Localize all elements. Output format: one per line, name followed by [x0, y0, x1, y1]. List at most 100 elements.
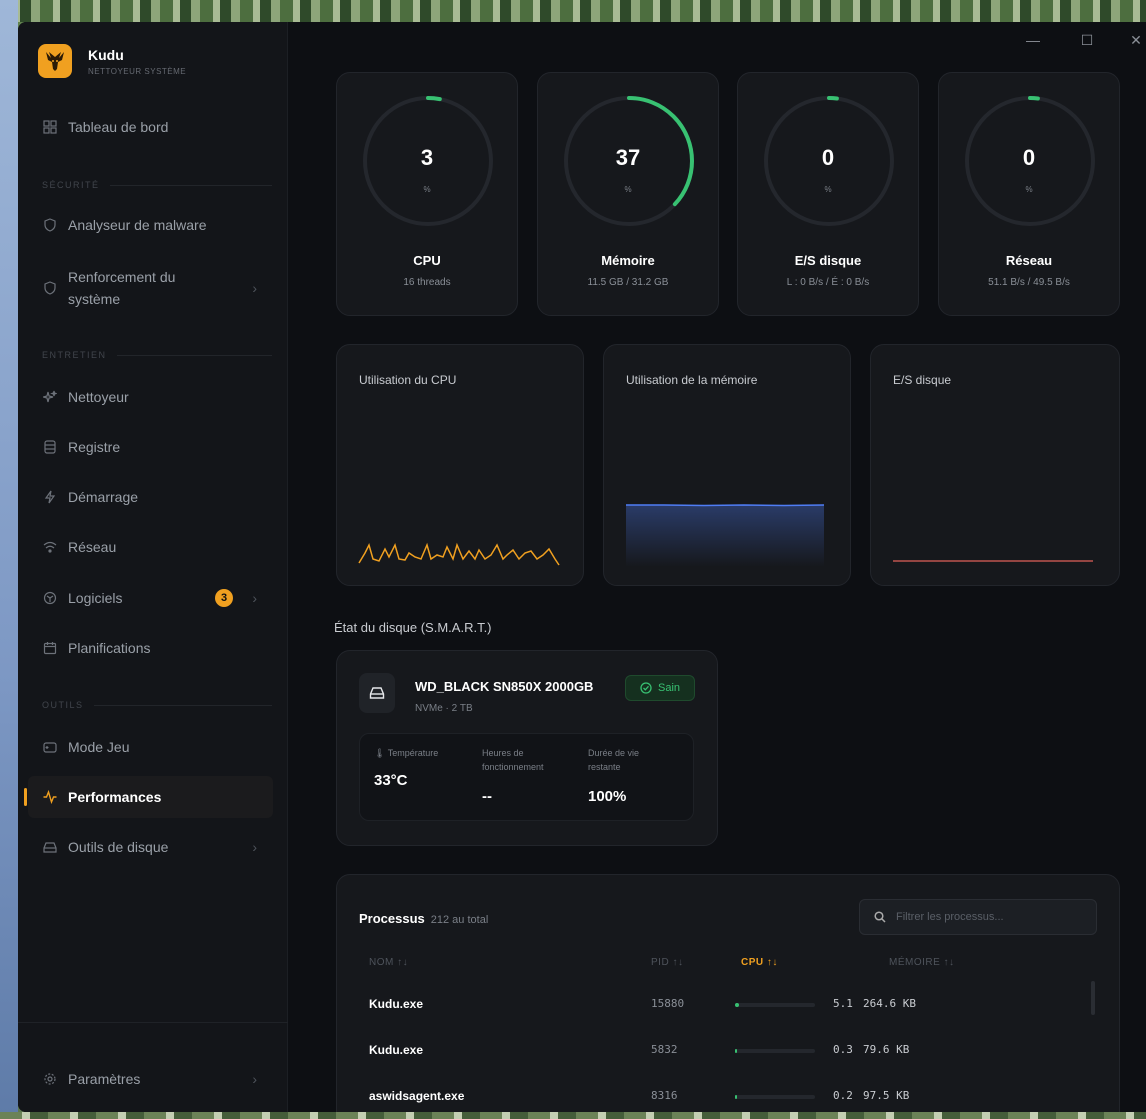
calendar-icon	[42, 640, 58, 656]
chevron-right-icon: ›	[252, 839, 257, 855]
process-pid: 15880	[651, 997, 685, 1010]
table-row[interactable]: Kudu.exe 5832 0.3 79.6 KB	[337, 1027, 1097, 1073]
close-button[interactable]: ✕	[1126, 30, 1146, 50]
sidebar-item-game-mode[interactable]: Mode Jeu	[28, 726, 273, 768]
processes-title: Processus 212 au total	[359, 911, 489, 926]
sidebar-item-label: Renforcement du système	[68, 269, 176, 307]
sidebar-item-label: Registre	[68, 439, 121, 455]
column-header-name[interactable]: NOM ↑↓	[369, 957, 408, 968]
remaining-life-value: 100%	[588, 788, 627, 805]
sidebar-item-network[interactable]: Réseau	[28, 526, 273, 568]
shield-icon	[42, 217, 58, 233]
cpu-usage-bar	[735, 1003, 815, 1007]
wifi-icon	[42, 539, 58, 555]
memory-sparkline	[626, 504, 825, 567]
sidebar-item-system-hardening[interactable]: Renforcement du système ›	[28, 262, 273, 314]
column-header-memory[interactable]: MÉMOIRE ↑↓	[889, 957, 955, 968]
disk-type: NVMe · 2 TB	[415, 703, 473, 714]
sidebar-item-label: Outils de disque	[68, 839, 169, 855]
sidebar-item-performance[interactable]: Performances	[24, 776, 273, 818]
package-icon	[42, 590, 58, 606]
gauge-unit: %	[624, 185, 632, 194]
cpu-sparkline	[358, 542, 560, 566]
database-icon	[42, 439, 58, 455]
sidebar-item-label: Nettoyeur	[68, 389, 129, 405]
sidebar-item-label: Analyseur de malware	[68, 217, 207, 233]
process-name: Kudu.exe	[369, 997, 424, 1011]
disk-io-sparkline	[893, 560, 1093, 562]
temperature-label: 🌡 Température	[374, 748, 439, 758]
sidebar-item-label: Démarrage	[68, 489, 139, 505]
table-row[interactable]: Kudu.exe 15880 5.1 264.6 KB	[337, 981, 1097, 1027]
process-cpu: 5.1	[833, 997, 853, 1010]
column-header-pid[interactable]: PID ↑↓	[651, 957, 683, 968]
sidebar-item-settings[interactable]: Paramètres ›	[28, 1058, 273, 1100]
gauge-subtitle: 51.1 B/s / 49.5 B/s	[988, 277, 1070, 288]
disk-health-card: WD_BLACK SN850X 2000GB NVMe · 2 TB Sain …	[336, 650, 718, 846]
sidebar-item-cleaner[interactable]: Nettoyeur	[28, 376, 273, 418]
sidebar-item-label: Planifications	[68, 640, 151, 656]
gauge-card-memory: 37 % Mémoire 11.5 GB / 31.2 GB	[537, 72, 719, 316]
gauge-card-cpu: 3 % CPU 16 threads	[336, 72, 518, 316]
maximize-button[interactable]: ☐	[1072, 30, 1102, 50]
gauge-unit: %	[824, 185, 832, 194]
bolt-icon	[42, 489, 58, 505]
gauge-card-network: 0 % Réseau 51.1 B/s / 49.5 B/s	[938, 72, 1120, 316]
gauge-subtitle: 16 threads	[403, 277, 451, 288]
sidebar-item-malware-scanner[interactable]: Analyseur de malware	[28, 204, 273, 246]
activity-icon	[42, 789, 58, 805]
column-header-cpu[interactable]: CPU ↑↓	[741, 957, 778, 968]
remaining-life-label: Durée de vie restante	[588, 748, 640, 772]
sidebar-item-label: Paramètres	[68, 1071, 141, 1087]
process-memory: 97.5 KB	[863, 1089, 910, 1102]
process-memory: 79.6 KB	[863, 1043, 910, 1056]
disk-status-label: Sain	[657, 682, 681, 694]
table-row[interactable]: aswidsagent.exe 8316 0.2 97.5 KB	[337, 1073, 1097, 1112]
disk-status-badge: Sain	[625, 675, 695, 701]
sidebar-item-software[interactable]: Logiciels 3 ›	[28, 577, 273, 619]
sidebar-item-disk-tools[interactable]: Outils de disque ›	[28, 826, 273, 868]
cpu-usage-bar	[735, 1049, 815, 1053]
section-label-maintenance: ENTRETIEN	[42, 350, 272, 360]
temperature-value: 33°C	[374, 772, 408, 789]
gauge-subtitle: 11.5 GB / 31.2 GB	[587, 277, 669, 288]
sidebar-item-label: Mode Jeu	[68, 739, 130, 755]
active-indicator	[24, 788, 27, 806]
gauge-card-disk-io: 0 % E/S disque L : 0 B/s / É : 0 B/s	[737, 72, 919, 316]
process-count: 212 au total	[430, 914, 489, 926]
sidebar-item-startup[interactable]: Démarrage	[28, 476, 273, 518]
process-name: aswidsagent.exe	[369, 1089, 465, 1103]
shield-icon	[42, 280, 58, 296]
power-on-hours-label: Heures de fonctionnement	[482, 748, 544, 772]
process-pid: 8316	[651, 1089, 678, 1102]
process-cpu: 0.3	[833, 1043, 853, 1056]
cpu-usage-bar	[735, 1095, 815, 1099]
gauge-unit: %	[1025, 185, 1033, 194]
gauge-value: 37	[615, 145, 641, 170]
process-cpu: 0.2	[833, 1089, 853, 1102]
chevron-right-icon: ›	[252, 280, 257, 296]
cpu-usage-chart-card: Utilisation du CPU	[336, 344, 584, 586]
sidebar: Kudu NETTOYEUR SYSTÈME Tableau de bord S…	[18, 22, 288, 1112]
search-icon	[874, 911, 886, 923]
disk-io-chart-card: E/S disque	[870, 344, 1120, 586]
process-pid: 5832	[651, 1043, 678, 1056]
process-search-input[interactable]	[896, 911, 1086, 923]
sidebar-item-dashboard[interactable]: Tableau de bord	[28, 106, 273, 148]
memory-usage-chart-card: Utilisation de la mémoire	[603, 344, 851, 586]
hard-drive-icon	[359, 673, 395, 713]
sparkle-icon	[42, 389, 58, 405]
kudu-logo-icon	[38, 44, 72, 78]
grid-icon	[42, 119, 58, 135]
gauge-title: Réseau	[1005, 253, 1053, 268]
minimize-button[interactable]: —	[1018, 30, 1048, 50]
process-search-box[interactable]	[859, 899, 1097, 935]
app-name: Kudu	[88, 46, 124, 63]
sidebar-item-schedules[interactable]: Planifications	[28, 627, 273, 669]
check-circle-icon	[640, 682, 652, 694]
sidebar-item-label: Réseau	[68, 539, 117, 555]
gauge-unit: %	[423, 185, 431, 194]
sidebar-item-registry[interactable]: Registre	[28, 426, 273, 468]
desktop-wallpaper-top	[0, 0, 1146, 22]
gauge-value: 0	[1022, 145, 1036, 170]
